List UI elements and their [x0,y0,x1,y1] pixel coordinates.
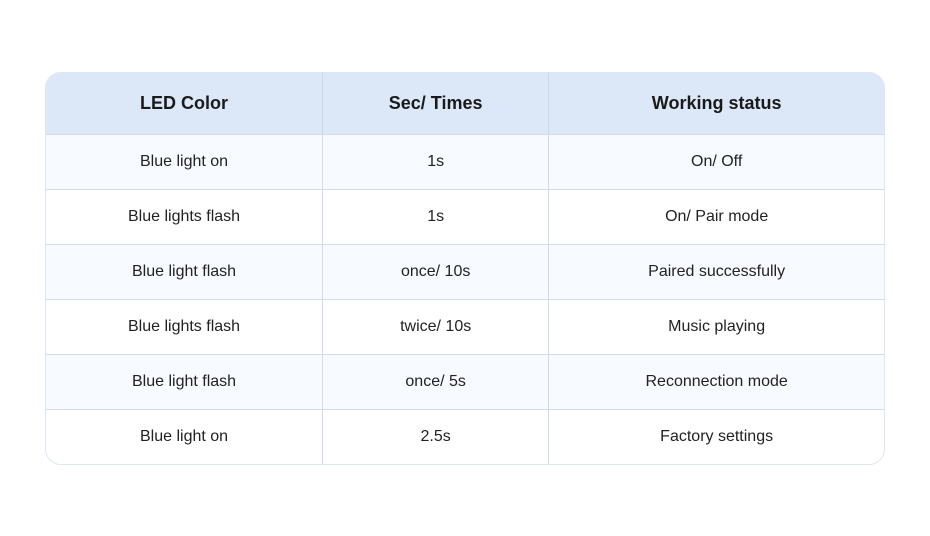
header-working-status: Working status [549,73,884,135]
cell-working-status: On/ Pair mode [549,189,884,244]
cell-working-status: Factory settings [549,409,884,464]
table-row: Blue lights flashtwice/ 10sMusic playing [46,299,884,354]
header-sec-times: Sec/ Times [323,73,549,135]
cell-sec-times: twice/ 10s [323,299,549,354]
cell-working-status: Music playing [549,299,884,354]
table-row: Blue light flashonce/ 10sPaired successf… [46,244,884,299]
led-status-table: LED Color Sec/ Times Working status Blue… [46,73,884,464]
table-header-row: LED Color Sec/ Times Working status [46,73,884,135]
table-row: Blue light flashonce/ 5sReconnection mod… [46,354,884,409]
table-row: Blue lights flash1sOn/ Pair mode [46,189,884,244]
header-led-color: LED Color [46,73,323,135]
table-row: Blue light on1sOn/ Off [46,134,884,189]
cell-working-status: Paired successfully [549,244,884,299]
cell-sec-times: 1s [323,134,549,189]
cell-sec-times: once/ 5s [323,354,549,409]
cell-led-color: Blue lights flash [46,189,323,244]
table-row: Blue light on2.5sFactory settings [46,409,884,464]
cell-sec-times: 2.5s [323,409,549,464]
cell-led-color: Blue light on [46,409,323,464]
cell-sec-times: once/ 10s [323,244,549,299]
cell-led-color: Blue light on [46,134,323,189]
cell-led-color: Blue lights flash [46,299,323,354]
cell-led-color: Blue light flash [46,354,323,409]
cell-sec-times: 1s [323,189,549,244]
cell-working-status: On/ Off [549,134,884,189]
led-table-container: LED Color Sec/ Times Working status Blue… [45,72,885,465]
cell-working-status: Reconnection mode [549,354,884,409]
cell-led-color: Blue light flash [46,244,323,299]
